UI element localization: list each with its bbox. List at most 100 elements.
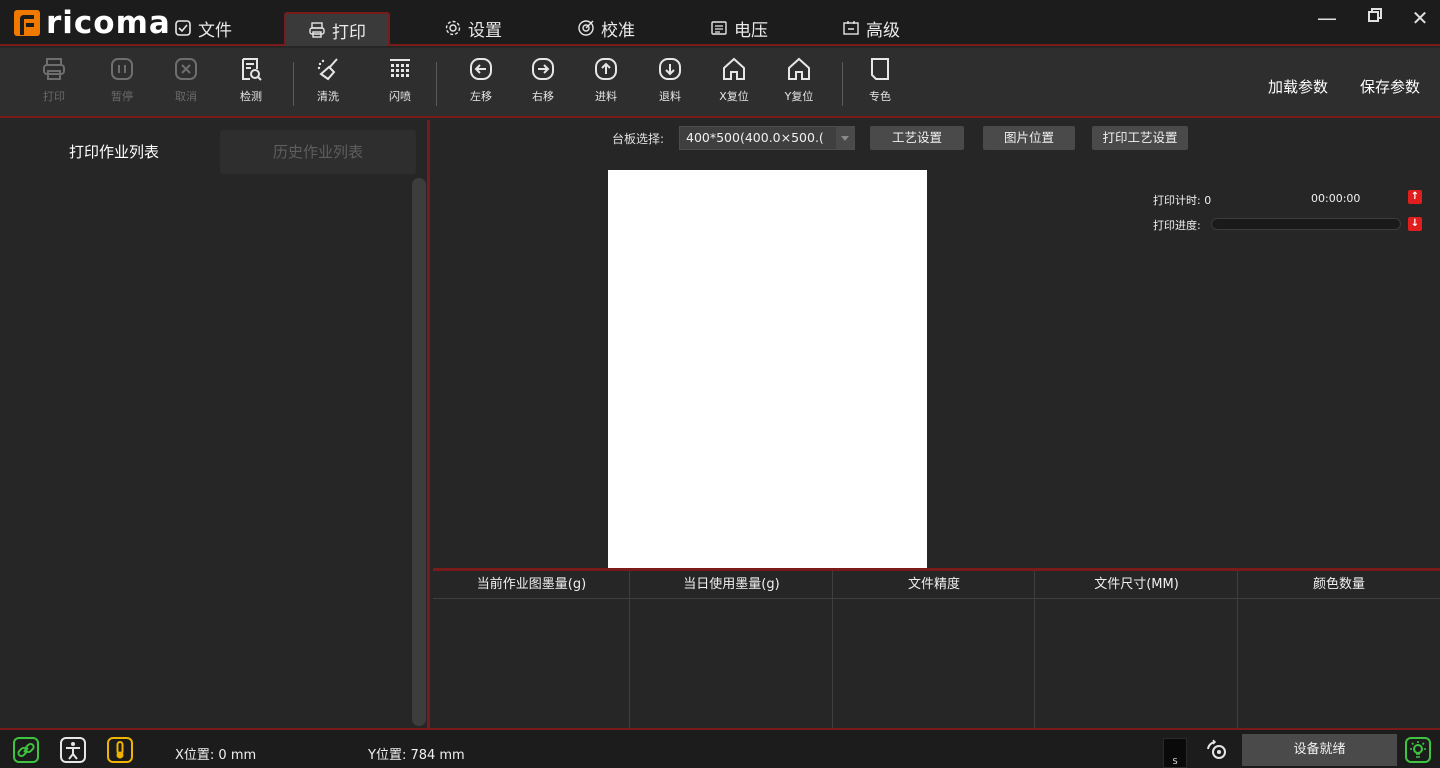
file-check-icon: [175, 20, 191, 36]
tab-voltage[interactable]: 电压: [710, 10, 768, 46]
safety-status-button[interactable]: [60, 737, 86, 763]
detect-button[interactable]: 检测: [229, 56, 273, 112]
chevron-down-icon: [836, 127, 854, 149]
move-left-label: 左移: [470, 90, 492, 103]
x-position-readout: X位置: 0 mm: [175, 748, 257, 763]
print-timer-value: 00:00:00: [1311, 192, 1361, 205]
ink-usage-table: 当前作业图墨量(g) 当日使用墨量(g) 文件精度 文件尺寸(MM) 颜色数量: [433, 568, 1440, 728]
tab-file-label: 文件: [198, 20, 232, 41]
ricoma-logo: ricoma: [14, 6, 171, 40]
close-button[interactable]: ✕: [1405, 6, 1435, 30]
move-left-button[interactable]: 左移: [459, 56, 503, 112]
save-params-button[interactable]: 保存参数: [1360, 76, 1420, 97]
job-list-panel: 打印作业列表 历史作业列表: [0, 120, 430, 728]
header-current-job-ink: 当前作业图墨量(g): [476, 577, 587, 592]
move-right-button[interactable]: 右移: [521, 56, 565, 112]
print-preview-area: 台板选择: 400*500(400.0×500.( 工艺设置 图片位置 打印工艺…: [433, 120, 1440, 568]
tab-history-jobs[interactable]: 历史作业列表: [220, 130, 416, 174]
tab-file[interactable]: 文件: [174, 10, 232, 46]
flash-spray-label: 闪喷: [389, 90, 411, 103]
spot-color-label: 专色: [869, 90, 891, 103]
toolbar-divider: [842, 62, 843, 106]
device-status-badge: 设备就绪: [1242, 734, 1397, 766]
move-right-label: 右移: [532, 90, 554, 103]
restore-button[interactable]: [1360, 4, 1390, 28]
y-reset-label: Y复位: [784, 90, 814, 103]
title-bar: ricoma 文件 打印 设置 校准 电压 高级 — ✕: [0, 0, 1440, 46]
retract-button[interactable]: 退料: [648, 56, 692, 112]
y-position-readout: Y位置: 784 mm: [368, 748, 465, 763]
inspect-document-icon: [242, 58, 262, 81]
broom-icon: [317, 58, 338, 81]
process-settings-button[interactable]: 工艺设置: [870, 126, 964, 150]
home-icon: [723, 57, 745, 80]
printer-icon: [43, 58, 65, 80]
print-timer-label: 打印计时: 0: [1153, 194, 1212, 207]
tab-print[interactable]: 打印: [284, 12, 390, 46]
clean-button[interactable]: 清洗: [306, 56, 350, 112]
arrow-down-circle-icon: [659, 58, 681, 80]
cancel-label: 取消: [175, 90, 197, 103]
spot-color-button[interactable]: 专色: [858, 56, 902, 112]
tab-print-jobs[interactable]: 打印作业列表: [14, 130, 214, 174]
advanced-icon: [843, 21, 859, 35]
connection-status-button[interactable]: [13, 737, 39, 763]
logo-text: ricoma: [46, 5, 171, 41]
header-file-size: 文件尺寸(MM): [1094, 577, 1179, 592]
header-daily-ink: 当日使用墨量(g): [683, 577, 780, 592]
arrow-up-button[interactable]: ↑: [1408, 190, 1422, 204]
arrow-down-icon: ↓: [1410, 218, 1420, 229]
target-icon: [578, 20, 594, 36]
tab-calibration-label: 校准: [601, 20, 635, 41]
temperature-status-button[interactable]: [107, 737, 133, 763]
refresh-sync-button[interactable]: [1205, 739, 1229, 763]
toolbar-divider: [436, 62, 437, 106]
thermometer-icon: [116, 741, 124, 759]
link-icon: [17, 742, 35, 758]
y-reset-button[interactable]: Y复位: [777, 56, 821, 112]
pause-label: 暂停: [111, 90, 133, 103]
print-progress-bar: [1211, 218, 1401, 230]
print-button[interactable]: 打印: [32, 56, 76, 112]
printer-icon: [309, 22, 325, 38]
gear-icon: [445, 20, 461, 36]
tab-calibration[interactable]: 校准: [577, 10, 635, 46]
header-file-resolution: 文件精度: [907, 577, 960, 592]
light-toggle-button[interactable]: [1405, 737, 1431, 763]
minimize-button[interactable]: —: [1312, 6, 1342, 30]
print-canvas[interactable]: [608, 170, 927, 568]
arrow-left-circle-icon: [470, 58, 492, 80]
detect-label: 检测: [240, 90, 262, 103]
board-select-dropdown[interactable]: 400*500(400.0×500.(: [679, 126, 855, 150]
cancel-button[interactable]: 取消: [164, 56, 208, 112]
clean-label: 清洗: [317, 90, 339, 103]
pause-icon: [111, 58, 133, 80]
feed-button[interactable]: 进料: [584, 56, 628, 112]
job-list-scrollbar[interactable]: [412, 178, 426, 726]
ink-level-label: S: [1172, 757, 1178, 766]
arrow-up-circle-icon: [595, 58, 617, 80]
person-sensor-icon: [66, 742, 80, 760]
tab-print-label: 打印: [332, 22, 366, 43]
tab-voltage-label: 电压: [734, 20, 768, 41]
flash-spray-button[interactable]: 闪喷: [378, 56, 422, 112]
arrow-up-icon: ↑: [1410, 191, 1420, 202]
print-process-settings-button[interactable]: 打印工艺设置: [1092, 126, 1188, 150]
pause-button[interactable]: 暂停: [100, 56, 144, 112]
tab-advanced[interactable]: 高级: [842, 10, 900, 46]
tab-settings-label: 设置: [468, 20, 502, 41]
nozzle-grid-icon: [390, 59, 410, 77]
feed-label: 进料: [595, 90, 617, 103]
load-params-button[interactable]: 加载参数: [1268, 76, 1328, 97]
x-reset-button[interactable]: X复位: [712, 56, 756, 112]
toolbar-divider: [293, 62, 294, 106]
print-progress-label: 打印进度:: [1153, 219, 1201, 232]
ink-level-icon: S: [1163, 738, 1187, 768]
home-icon: [788, 57, 810, 80]
arrow-down-button[interactable]: ↓: [1408, 217, 1422, 231]
refresh-sync-icon: [1207, 739, 1226, 759]
retract-label: 退料: [659, 90, 681, 103]
spot-color-icon: [871, 58, 889, 80]
tab-settings[interactable]: 设置: [444, 10, 502, 46]
image-position-button[interactable]: 图片位置: [983, 126, 1075, 150]
